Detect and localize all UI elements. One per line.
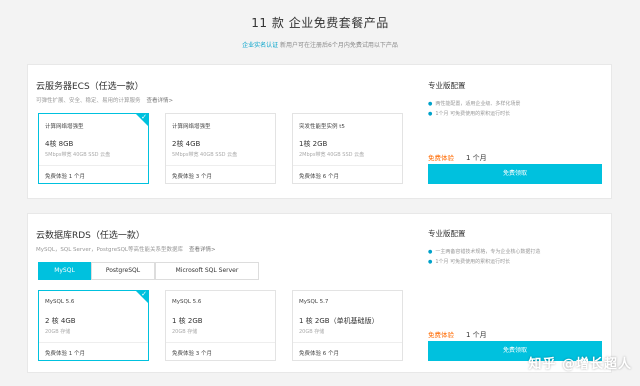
check-icon: ✓: [141, 113, 147, 121]
card-spec: 1核 2GB: [299, 140, 328, 148]
ecs-claim-button[interactable]: 免费领取: [428, 164, 602, 184]
card-spec: 4核 8GB: [45, 140, 74, 148]
ecs-card-1[interactable]: ✓ 计算网络增强型 4核 8GB 5Mbps带宽 40GB SSD 云盘 免费体…: [38, 113, 149, 184]
card-trial: 免费体验 1 个月: [45, 174, 85, 180]
trial-label: 免费体验: [428, 154, 454, 162]
ecs-more-link[interactable]: 查看详情>: [147, 98, 174, 104]
page-subtitle: 企业实名认证 新用户可在注册后6个月内免费试用以下产品: [0, 40, 640, 49]
card-trial: 免费体验 1 个月: [45, 351, 85, 357]
rds-trial: 免费体验 1 个月: [428, 322, 487, 341]
subtitle-text: 新用户可在注册后6个月内免费试用以下产品: [278, 42, 398, 49]
tab-postgresql[interactable]: PostgreSQL: [91, 262, 155, 280]
watermark: 知乎 @增长超人: [528, 357, 632, 372]
card-name: 突发性能型实例 t5: [299, 124, 345, 130]
card-footer: 免费体验 6 个月: [293, 165, 402, 183]
bullet-icon: ●: [428, 259, 433, 265]
verification-link[interactable]: 企业实名认证: [242, 42, 278, 49]
card-spec: 2 核 4GB: [45, 317, 76, 325]
card-detail: 5Mbps带宽 40GB SSD 云盘: [172, 152, 238, 158]
tab-sqlserver[interactable]: Microsoft SQL Server: [155, 262, 259, 280]
ecs-panel: 云服务器ECS（任选一款） 可弹性扩展、安全、稳定、易用的计算服务 查看详情> ✓…: [27, 64, 612, 199]
rds-description: MySQL，SQL Server，PostgreSQL等高性能关系型数据库 查看详…: [36, 245, 216, 253]
ecs-side-item: ● 1个月 可免费使用的累积运行时长: [428, 111, 511, 117]
rds-title: 云数据库RDS（任选一款）: [36, 231, 145, 241]
card-name: MySQL 5.7: [299, 299, 329, 305]
rds-card-1[interactable]: ✓ MySQL 5.6 2 核 4GB 20GB 存储 免费体验 1 个月: [38, 290, 149, 361]
ecs-card-2[interactable]: 计算网络增强型 2核 4GB 5Mbps带宽 40GB SSD 云盘 免费体验 …: [165, 113, 276, 184]
trial-value: 1 个月: [466, 154, 487, 162]
ecs-description: 可弹性扩展、安全、稳定、易用的计算服务 查看详情>: [36, 96, 173, 104]
ecs-title: 云服务器ECS（任选一款）: [36, 82, 144, 92]
trial-value: 1 个月: [466, 331, 487, 339]
rds-side-panel: 专业版配置 ● 一主两备容错技术规格，专为企业核心数据打造 ● 1个月 可免费使用的…: [428, 214, 613, 372]
card-name: MySQL 5.6: [45, 299, 75, 305]
ecs-side-panel: 专业版配置 ● 两性能配置，适用企业级、多样化场景 ● 1个月 可免费使用的累积运行…: [428, 65, 613, 198]
rds-side-title: 专业版配置: [428, 229, 466, 238]
rds-side-item: ● 1个月 可免费使用的累积运行时长: [428, 259, 511, 265]
rds-panel: 云数据库RDS（任选一款） MySQL，SQL Server，PostgreSQ…: [27, 213, 612, 373]
card-name: 计算网络增强型: [172, 124, 211, 130]
bullet-icon: ●: [428, 111, 433, 117]
ecs-side-item: ● 两性能配置，适用企业级、多样化场景: [428, 101, 521, 107]
card-trial: 免费体验 3 个月: [172, 351, 212, 357]
card-footer: 免费体验 1 个月: [39, 342, 148, 360]
card-spec: 2核 4GB: [172, 140, 201, 148]
card-footer: 免费体验 6 个月: [293, 342, 402, 360]
card-trial: 免费体验 6 个月: [299, 174, 339, 180]
card-detail: 2Mbps带宽 40GB SSD 云盘: [299, 152, 365, 158]
card-name: 计算网络增强型: [45, 124, 84, 130]
bullet-icon: ●: [428, 101, 433, 107]
rds-desc-text: MySQL，SQL Server，PostgreSQL等高性能关系型数据库: [36, 247, 183, 253]
ecs-desc-text: 可弹性扩展、安全、稳定、易用的计算服务: [36, 98, 141, 104]
tab-mysql[interactable]: MySQL: [38, 262, 91, 280]
bullet-icon: ●: [428, 249, 433, 255]
rds-more-link[interactable]: 查看详情>: [189, 247, 216, 253]
page-title: 11 款 企业免费套餐产品: [251, 16, 389, 30]
card-detail: 20GB 存储: [172, 329, 198, 335]
ecs-side-title: 专业版配置: [428, 81, 466, 90]
check-icon: ✓: [141, 290, 147, 298]
page-header: 11 款 企业免费套餐产品 企业实名认证 新用户可在注册后6个月内免费试用以下产…: [0, 0, 640, 56]
rds-side-item: ● 一主两备容错技术规格，专为企业核心数据打造: [428, 249, 541, 255]
card-spec: 1 核 2GB（单机基础版）: [299, 317, 379, 325]
rds-card-3[interactable]: MySQL 5.7 1 核 2GB（单机基础版） 20GB 存储 免费体验 6 …: [292, 290, 403, 361]
card-detail: 20GB 存储: [45, 329, 71, 335]
card-footer: 免费体验 3 个月: [166, 342, 275, 360]
card-detail: 20GB 存储: [299, 329, 325, 335]
card-trial: 免费体验 6 个月: [299, 351, 339, 357]
card-detail: 5Mbps带宽 40GB SSD 云盘: [45, 152, 111, 158]
rds-card-2[interactable]: MySQL 5.6 1 核 2GB 20GB 存储 免费体验 3 个月: [165, 290, 276, 361]
card-name: MySQL 5.6: [172, 299, 202, 305]
card-trial: 免费体验 3 个月: [172, 174, 212, 180]
ecs-card-3[interactable]: 突发性能型实例 t5 1核 2GB 2Mbps带宽 40GB SSD 云盘 免费…: [292, 113, 403, 184]
card-footer: 免费体验 3 个月: [166, 165, 275, 183]
card-spec: 1 核 2GB: [172, 317, 203, 325]
ecs-trial: 免费体验 1 个月: [428, 145, 487, 164]
card-footer: 免费体验 1 个月: [39, 165, 148, 183]
trial-label: 免费体验: [428, 331, 454, 339]
